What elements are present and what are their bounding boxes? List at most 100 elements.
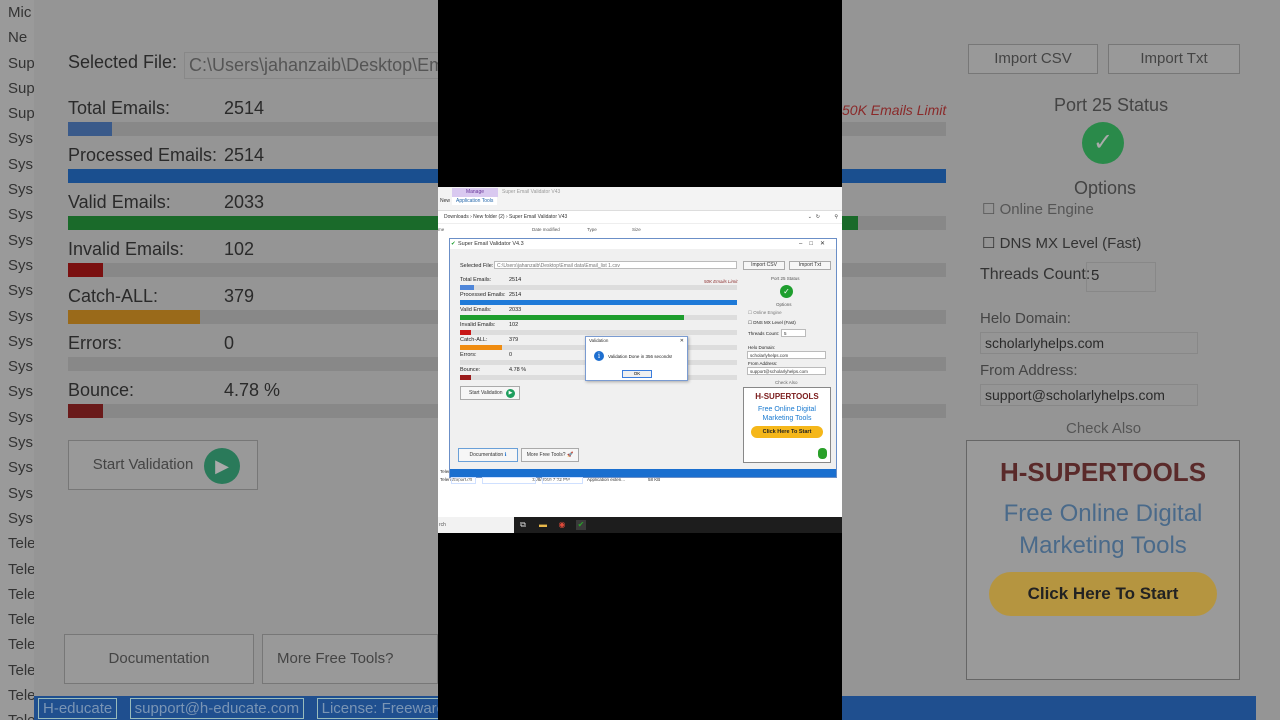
- bg-list-item: Sup: [8, 79, 34, 97]
- search-icon[interactable]: ⚲: [834, 214, 838, 220]
- bg-cta-button: Click Here To Start: [989, 572, 1217, 616]
- stat-value: 0: [509, 352, 513, 358]
- stat-value: 4.78 %: [509, 367, 527, 373]
- more-tools-button[interactable]: More Free Tools? 🚀: [521, 448, 579, 462]
- footer-educate-link[interactable]: H-educate: [451, 477, 476, 484]
- bg-list-item: Sys: [8, 206, 34, 224]
- col-size[interactable]: Size: [632, 227, 641, 232]
- app-title: Super Email Validator V4.3: [458, 241, 524, 247]
- stat-value: 2033: [509, 307, 522, 313]
- promo-line-1: Free Online Digital: [758, 406, 816, 413]
- info-icon: i: [594, 351, 604, 361]
- from-address-field[interactable]: support@scholarlyhelps.com: [747, 367, 826, 375]
- selected-file-input[interactable]: C:\Users\jahanzaib\Desktop\Email data\Em…: [494, 261, 737, 269]
- bg-list-item: Sys: [8, 459, 34, 477]
- bg-list-item: Sys: [8, 383, 34, 401]
- bg-stat-bar-fill: [68, 310, 200, 324]
- manage-tab[interactable]: Manage: [452, 188, 498, 197]
- window-controls[interactable]: –□✕: [799, 239, 832, 249]
- more-tools-label: More Free Tools?: [526, 452, 566, 458]
- bg-stat-value: 102: [224, 239, 255, 259]
- online-engine-checkbox[interactable]: ☐ Online Engine: [748, 310, 782, 316]
- col-name[interactable]: me: [438, 227, 444, 232]
- bg-promo: Free Online Digital Marketing Tools: [1003, 500, 1203, 559]
- bg-list-item: Tele: [8, 661, 34, 679]
- bg-from-label: From Address:: [980, 362, 1078, 379]
- bg-selected-file-label: Selected File:: [68, 52, 178, 72]
- validation-dialog: Validation ✕ i Validation Done in 356 sec…: [585, 336, 688, 381]
- limit-text: 50K Emails Limit: [704, 279, 738, 284]
- file-explorer-icon[interactable]: ▬: [538, 520, 548, 530]
- close-icon[interactable]: ✕: [680, 337, 684, 345]
- documentation-label: Documentation: [469, 452, 504, 458]
- rocket-icon: 🚀: [566, 452, 574, 458]
- bg-options-heading: Options: [1074, 178, 1137, 198]
- port-ok-icon: ✓: [780, 285, 793, 298]
- bg-list-item: Sys: [8, 307, 34, 325]
- bg-stat-bar-fill: [68, 122, 112, 136]
- stat-label: Valid Emails:: [460, 307, 492, 313]
- refresh-icon[interactable]: ↻: [816, 214, 820, 220]
- taskbar-search[interactable]: rch: [438, 517, 514, 533]
- bg-threads-input: 5: [1086, 262, 1156, 292]
- cta-button[interactable]: Click Here To Start: [751, 426, 823, 438]
- bg-stat-value: 379: [224, 286, 255, 306]
- bg-list-item: Sys: [8, 434, 34, 452]
- import-csv-button[interactable]: Import CSV: [743, 261, 785, 270]
- stat-value: 379: [509, 337, 519, 343]
- bg-stat-value: 2514: [224, 98, 265, 118]
- bg-list-item: Tele: [8, 585, 34, 603]
- check-also-heading: Check Also: [775, 380, 798, 385]
- options-heading: Options: [776, 302, 792, 307]
- col-type[interactable]: Type: [587, 227, 597, 232]
- bg-stat-bar-fill: [68, 263, 104, 277]
- new-tab[interactable]: New: [440, 198, 450, 204]
- bg-stat-label: Valid Emails:: [68, 192, 171, 212]
- documentation-button[interactable]: Documentation ℹ: [458, 448, 518, 462]
- stat-label: Bounce:: [460, 367, 481, 373]
- bg-list-item: Sys: [8, 231, 34, 249]
- bg-stat-value: 2514: [224, 145, 265, 165]
- address-bar[interactable]: Downloads › New folder (2) › Super Email…: [438, 211, 842, 224]
- col-date[interactable]: Date modified: [532, 227, 560, 232]
- ad-panel[interactable]: H-SUPERTOOLS Free Online Digital Marketi…: [743, 387, 831, 463]
- chevron-down-icon[interactable]: ⌄: [808, 214, 812, 220]
- bg-stat-label: Errors:: [68, 333, 122, 353]
- bg-check-icon: ✓: [1082, 122, 1124, 164]
- info-icon: ℹ: [504, 452, 507, 458]
- bg-list-item: Sup: [8, 54, 34, 72]
- bg-stat-label: Total Emails:: [68, 98, 171, 118]
- application-tools-tab[interactable]: Application Tools: [452, 197, 498, 205]
- helo-domain-field[interactable]: scholarlyhelps.com: [747, 351, 826, 359]
- bg-documentation-button: Documentation: [64, 634, 254, 684]
- task-view-icon[interactable]: ⧉: [518, 520, 528, 530]
- stat-label: Catch-ALL:: [460, 337, 488, 343]
- ok-button[interactable]: OK: [622, 370, 652, 378]
- bg-list-item: Sys: [8, 358, 34, 376]
- bg-stat-label: Processed Emails:: [68, 145, 218, 165]
- bg-list-item: Tele: [0, 708, 34, 720]
- chrome-icon[interactable]: ◉: [557, 520, 567, 530]
- bg-list-item: Sys: [8, 484, 34, 502]
- bg-list-item: Tele: [8, 687, 34, 705]
- dns-mx-checkbox[interactable]: ☐ DNS MX Level (Fast): [748, 320, 796, 326]
- helo-label: Helo Domain:: [748, 345, 776, 350]
- bg-more-tools-label: More Free Tools?: [277, 650, 394, 667]
- from-label: From Address:: [748, 361, 778, 366]
- bg-check-also: Check Also: [1066, 420, 1142, 437]
- stat-progress-fill: [460, 315, 685, 320]
- import-txt-button[interactable]: Import Txt: [789, 261, 831, 270]
- bg-stat-value: 4.78 %: [224, 380, 281, 400]
- parrot-icon: [818, 448, 827, 459]
- footer-support-link[interactable]: support@h-educate.com: [482, 477, 536, 484]
- stat-progress-bar: [460, 300, 737, 305]
- footer-license: License: Freeware: [542, 477, 584, 484]
- stat-progress-fill: [460, 345, 502, 350]
- start-validation-label: Start Validation: [469, 390, 503, 396]
- threads-stepper[interactable]: 5: [781, 329, 806, 337]
- bg-list-item: Sys: [8, 256, 34, 274]
- bg-port-status: Port 25 Status: [1054, 95, 1169, 115]
- selected-file-label: Selected File:: [460, 263, 494, 269]
- start-validation-button[interactable]: Start Validation ▶: [460, 386, 520, 400]
- email-validator-taskbar-icon[interactable]: ✔: [576, 520, 586, 530]
